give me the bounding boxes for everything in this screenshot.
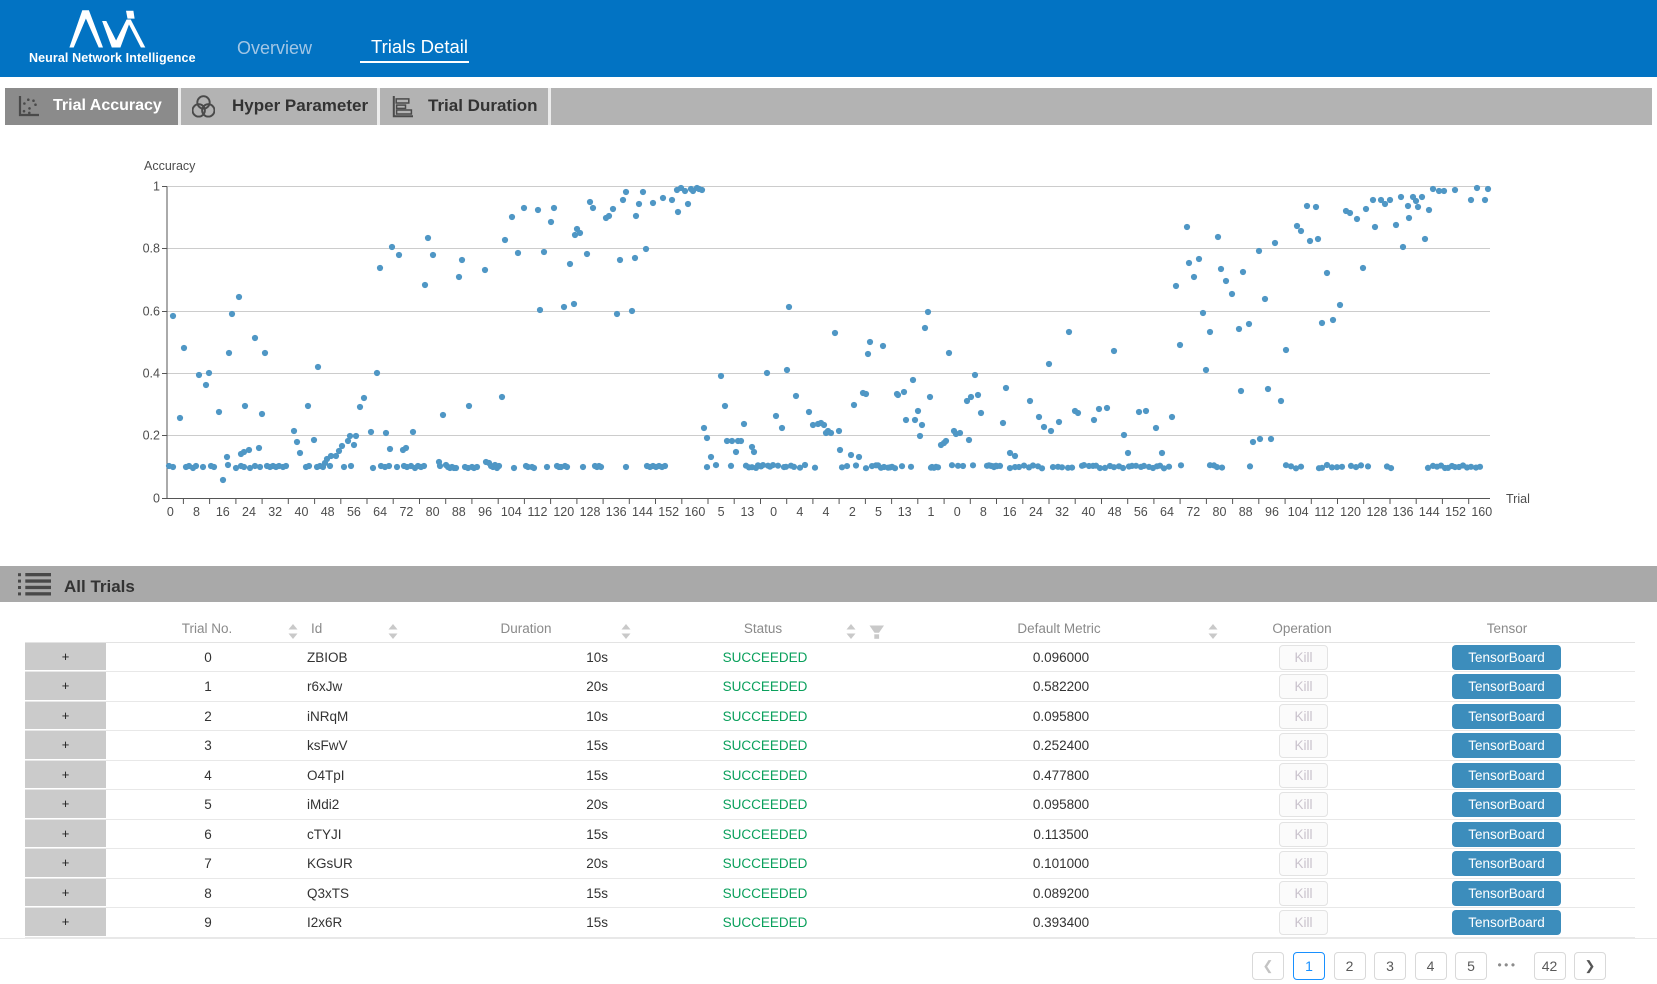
svg-text:128: 128	[580, 505, 601, 519]
svg-text:72: 72	[1186, 505, 1200, 519]
svg-text:152: 152	[1445, 505, 1466, 519]
svg-text:1: 1	[153, 180, 160, 194]
svg-text:0: 0	[153, 492, 160, 506]
svg-text:64: 64	[1160, 505, 1174, 519]
svg-text:120: 120	[553, 505, 574, 519]
svg-text:48: 48	[321, 505, 335, 519]
svg-text:16: 16	[216, 505, 230, 519]
svg-text:Accuracy: Accuracy	[144, 159, 196, 173]
svg-text:88: 88	[452, 505, 466, 519]
svg-text:8: 8	[193, 505, 200, 519]
svg-text:0.6: 0.6	[143, 305, 160, 319]
svg-text:80: 80	[426, 505, 440, 519]
svg-text:32: 32	[268, 505, 282, 519]
svg-text:40: 40	[295, 505, 309, 519]
svg-text:2: 2	[849, 505, 856, 519]
svg-text:24: 24	[1029, 505, 1043, 519]
svg-text:72: 72	[399, 505, 413, 519]
svg-text:56: 56	[1134, 505, 1148, 519]
svg-text:8: 8	[980, 505, 987, 519]
svg-text:13: 13	[898, 505, 912, 519]
svg-text:104: 104	[1288, 505, 1309, 519]
svg-text:144: 144	[632, 505, 653, 519]
svg-text:160: 160	[684, 505, 705, 519]
svg-text:128: 128	[1366, 505, 1387, 519]
svg-text:4: 4	[796, 505, 803, 519]
svg-text:96: 96	[1265, 505, 1279, 519]
svg-text:104: 104	[501, 505, 522, 519]
svg-text:64: 64	[373, 505, 387, 519]
svg-text:112: 112	[1314, 505, 1334, 519]
svg-text:32: 32	[1055, 505, 1069, 519]
svg-text:0: 0	[770, 505, 777, 519]
svg-text:136: 136	[606, 505, 627, 519]
svg-text:112: 112	[528, 505, 548, 519]
svg-text:5: 5	[875, 505, 882, 519]
svg-text:40: 40	[1081, 505, 1095, 519]
svg-text:160: 160	[1471, 505, 1492, 519]
svg-text:5: 5	[718, 505, 725, 519]
svg-text:Trial: Trial	[1506, 492, 1530, 506]
svg-text:4: 4	[823, 505, 830, 519]
svg-text:136: 136	[1393, 505, 1414, 519]
svg-text:0.8: 0.8	[143, 242, 160, 256]
svg-text:0: 0	[167, 505, 174, 519]
svg-text:24: 24	[242, 505, 256, 519]
svg-text:1: 1	[928, 505, 935, 519]
svg-text:120: 120	[1340, 505, 1361, 519]
svg-text:80: 80	[1213, 505, 1227, 519]
svg-text:0: 0	[954, 505, 961, 519]
svg-text:16: 16	[1003, 505, 1017, 519]
svg-text:0.2: 0.2	[143, 429, 160, 443]
svg-text:96: 96	[478, 505, 492, 519]
svg-text:48: 48	[1108, 505, 1122, 519]
svg-text:152: 152	[658, 505, 679, 519]
svg-text:88: 88	[1239, 505, 1253, 519]
svg-text:13: 13	[740, 505, 754, 519]
svg-text:0.4: 0.4	[143, 367, 160, 381]
svg-text:56: 56	[347, 505, 361, 519]
svg-text:144: 144	[1419, 505, 1440, 519]
